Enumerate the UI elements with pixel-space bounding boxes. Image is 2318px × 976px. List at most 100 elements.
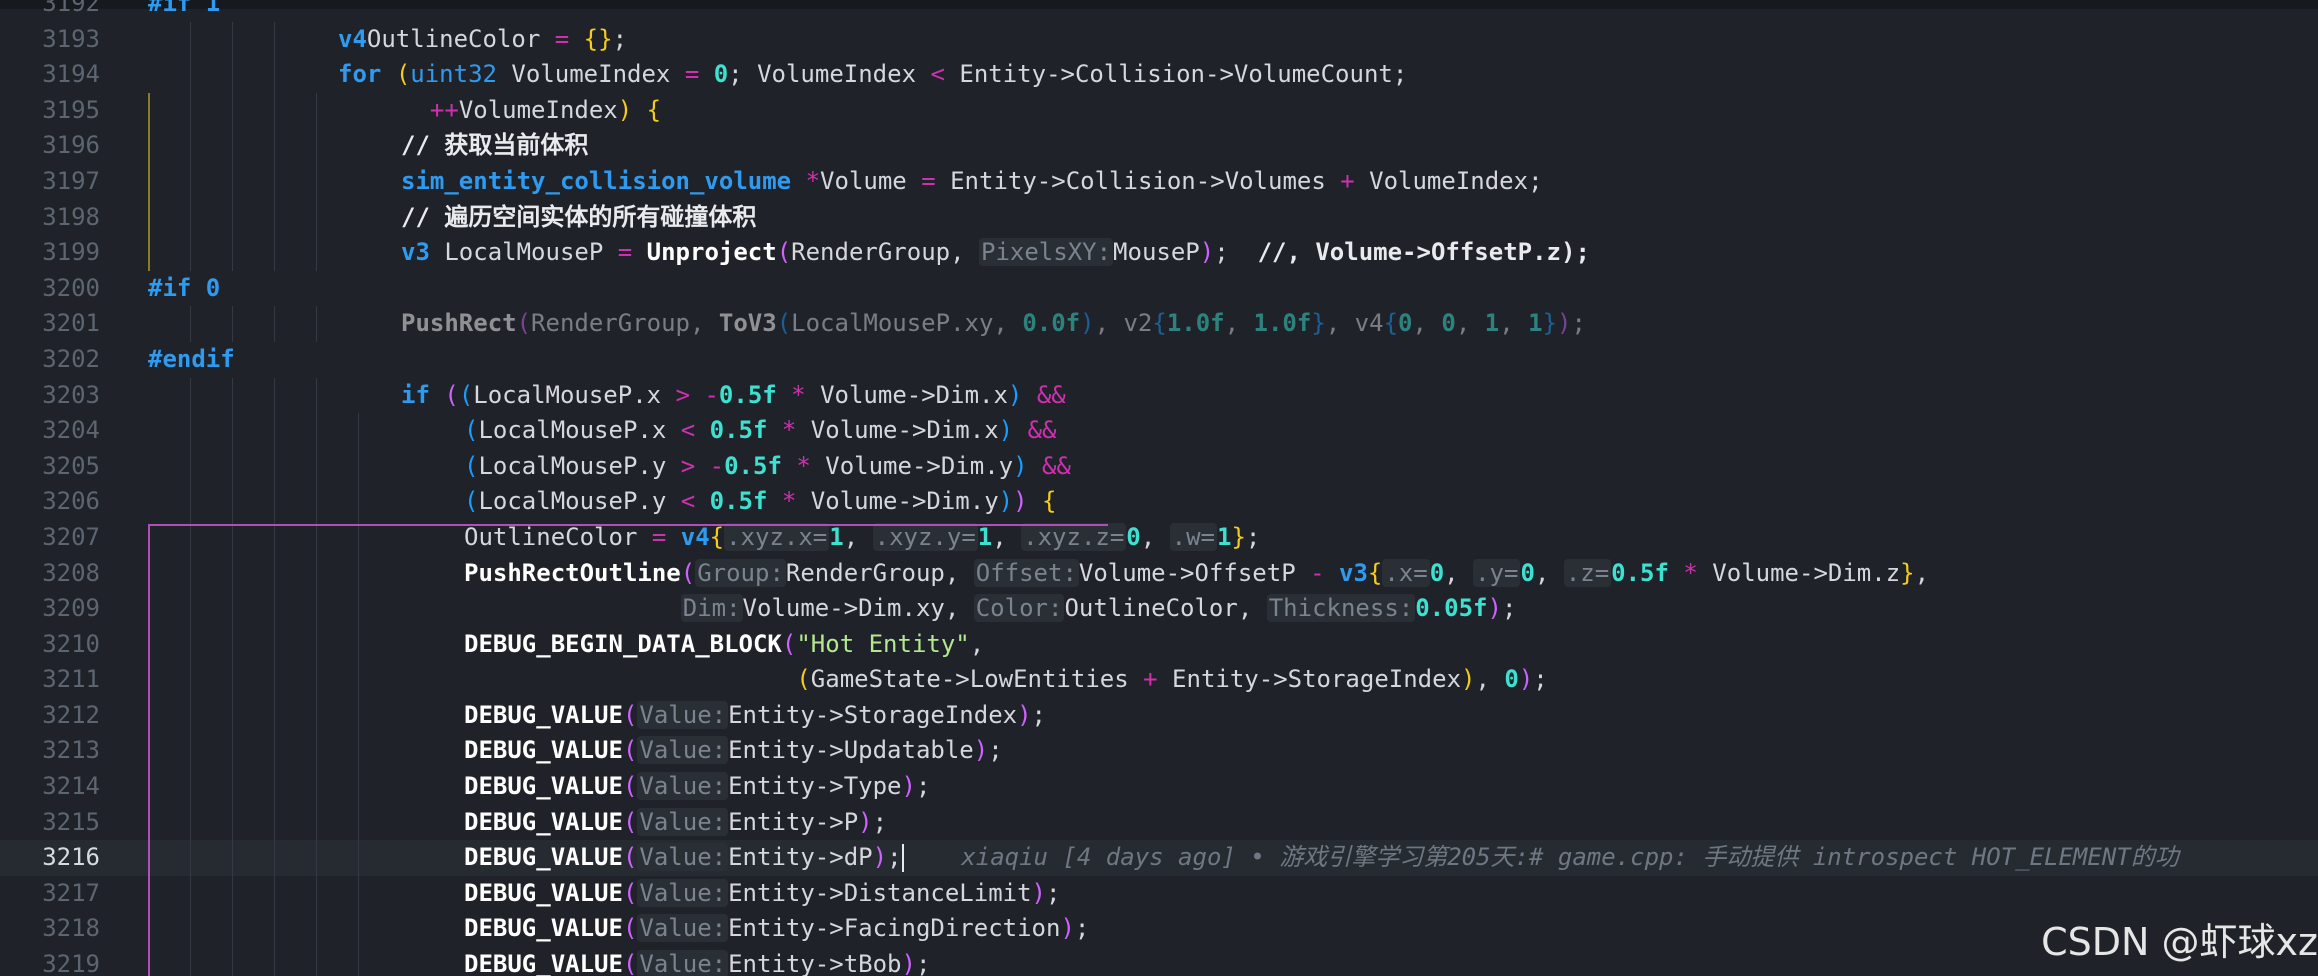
code-line[interactable]: 3208 PushRectOutline(Group:RenderGroup, O…: [0, 555, 2318, 592]
line-number: 3200: [42, 273, 100, 302]
code-token: (: [444, 380, 459, 409]
code-token: OutlineColor: [366, 24, 555, 53]
code-editor[interactable]: 3192 #if 1 3193 v4OutlineColor = {}; 3194 for…: [0, 0, 2318, 976]
code-token: 0.5f: [709, 416, 768, 445]
code-token: }: [1542, 309, 1558, 338]
code-token: *: [805, 166, 821, 195]
scope-guide-horizontal: [148, 524, 1108, 526]
code-token: 0: [713, 60, 729, 89]
code-line[interactable]: 3219 DEBUG_VALUE(Value:Entity->tBob);: [0, 947, 2318, 976]
scope-guide-vertical: [148, 524, 150, 976]
code-token: #if 1: [148, 0, 221, 17]
watermark: CSDN @虾球xz: [2041, 920, 2318, 964]
inlay-hint: Value:: [637, 950, 729, 976]
code-text: #if 0: [148, 271, 220, 307]
code-token: ): [1461, 665, 1476, 694]
indent-guide: [358, 591, 359, 627]
indent-guide: [316, 840, 317, 876]
indent-guide: [190, 804, 191, 841]
code-line[interactable]: 3210 DEBUG_BEGIN_DATA_BLOCK("Hot Entity",: [0, 626, 2318, 663]
indent-guide: [274, 662, 275, 698]
indent-guide: [358, 662, 359, 698]
code-line[interactable]: 3200 #if 0: [0, 271, 2318, 307]
code-token: (: [458, 380, 474, 409]
code-token: ): [1518, 665, 1534, 694]
code-token: ++: [429, 95, 459, 124]
code-line[interactable]: 3199 v3 LocalMouseP = Unproject(RenderGro…: [0, 235, 2318, 271]
line-number: 3195: [42, 95, 100, 124]
indent-guide: [232, 92, 233, 129]
code-token: ,: [1914, 558, 1930, 587]
code-line[interactable]: 3206 (LocalMouseP.y < 0.5f * Volume->Dim.…: [0, 484, 2318, 520]
indent-guide: [358, 697, 359, 734]
code-line[interactable]: 3205 (LocalMouseP.y > -0.5f * Volume->Dim…: [0, 448, 2318, 485]
code-line[interactable]: 3204 (LocalMouseP.x < 0.5f * Volume->Dim.…: [0, 413, 2318, 449]
code-token: 0: [1441, 309, 1456, 338]
code-token: ;: [1074, 914, 1090, 943]
line-number: 3213: [42, 736, 100, 765]
code-token: (: [776, 309, 792, 338]
indent-guide: [316, 626, 317, 663]
inlay-hint: Offset:: [973, 558, 1079, 587]
code-token: ,: [969, 629, 985, 658]
indent-guide: [274, 626, 275, 663]
indent-guide: [274, 697, 275, 734]
code-line[interactable]: 3202 #endif: [0, 342, 2318, 378]
code-token: ,: [1412, 309, 1442, 338]
git-change-bar: [148, 92, 150, 129]
code-token: (: [622, 843, 638, 872]
git-change-bar: [148, 235, 150, 271]
code-line[interactable]: 3195 ++VolumeIndex) {: [0, 92, 2318, 129]
code-line[interactable]: 3197 sim_entity_collision_volume *Volume …: [0, 163, 2318, 200]
indent-guide: [274, 413, 275, 449]
code-line[interactable]: 3209 Dim:Volume->Dim.xy, Color:OutlineCo…: [0, 591, 2318, 627]
code-line[interactable]: 3198 // 遍历空间实体的所有碰撞体积: [0, 199, 2318, 236]
line-number: 3207: [42, 522, 100, 551]
git-change-bar: [148, 128, 150, 164]
code-line[interactable]: 3214 DEBUG_VALUE(Value:Entity->Type);: [0, 769, 2318, 805]
line-number: 3212: [42, 700, 100, 729]
code-line[interactable]: 3194 for (uint32 VolumeIndex = 0; VolumeI…: [0, 57, 2318, 93]
indent-guide: [316, 235, 317, 271]
indent-guide: [232, 697, 233, 734]
code-line[interactable]: 3216 DEBUG_VALUE(Value:Entity->dP); xiaqi…: [0, 840, 2318, 876]
indent-guide: [232, 448, 233, 485]
code-text: #if 1: [148, 0, 220, 22]
line-number: 3214: [42, 772, 100, 801]
code-line[interactable]: 3212 DEBUG_VALUE(Value:Entity->StorageInd…: [0, 697, 2318, 734]
code-token: ;: [887, 843, 902, 872]
indent-guide: [358, 733, 359, 770]
code-token: =: [651, 522, 667, 551]
code-line[interactable]: 3215 DEBUG_VALUE(Value:Entity->P);: [0, 804, 2318, 841]
code-token: ,: [1534, 558, 1564, 587]
code-token: Unproject: [646, 238, 777, 267]
code-line[interactable]: 3203 if ((LocalMouseP.x > -0.5f * Volume-…: [0, 377, 2318, 414]
code-line[interactable]: 3193 v4OutlineColor = {};: [0, 21, 2318, 58]
indent-guide: [274, 875, 275, 912]
code-line[interactable]: 3211 (GameState->LowEntities + Entity->S…: [0, 662, 2318, 698]
indent-guide: [232, 21, 233, 58]
code-token: (: [622, 878, 638, 907]
code-token: *: [781, 487, 797, 516]
code-line[interactable]: 3192 #if 1: [0, 0, 2318, 22]
code-text: DEBUG_BEGIN_DATA_BLOCK("Hot Entity",: [464, 627, 984, 663]
indent-guide: [316, 128, 317, 164]
code-line[interactable]: 3218 DEBUG_VALUE(Value:Entity->FacingDire…: [0, 911, 2318, 948]
code-token: ,: [1475, 665, 1505, 694]
indent-guide: [190, 626, 191, 663]
code-token: OutlineColor: [464, 522, 652, 551]
indent-guide: [190, 199, 191, 236]
inlay-hint: .xyz.x=: [724, 522, 830, 551]
code-line[interactable]: 3196 // 获取当前体积: [0, 128, 2318, 164]
code-line[interactable]: 3201 PushRect(RenderGroup, ToV3(LocalMous…: [0, 306, 2318, 342]
code-token: //, Volume->OffsetP.z);: [1257, 238, 1590, 267]
code-line[interactable]: 3213 DEBUG_VALUE(Value:Entity->Updatable)…: [0, 733, 2318, 770]
code-token: if: [401, 380, 430, 409]
code-token: LocalMouseP.x: [473, 380, 676, 409]
code-line[interactable]: 3217 DEBUG_VALUE(Value:Entity->DistanceLi…: [0, 875, 2318, 912]
